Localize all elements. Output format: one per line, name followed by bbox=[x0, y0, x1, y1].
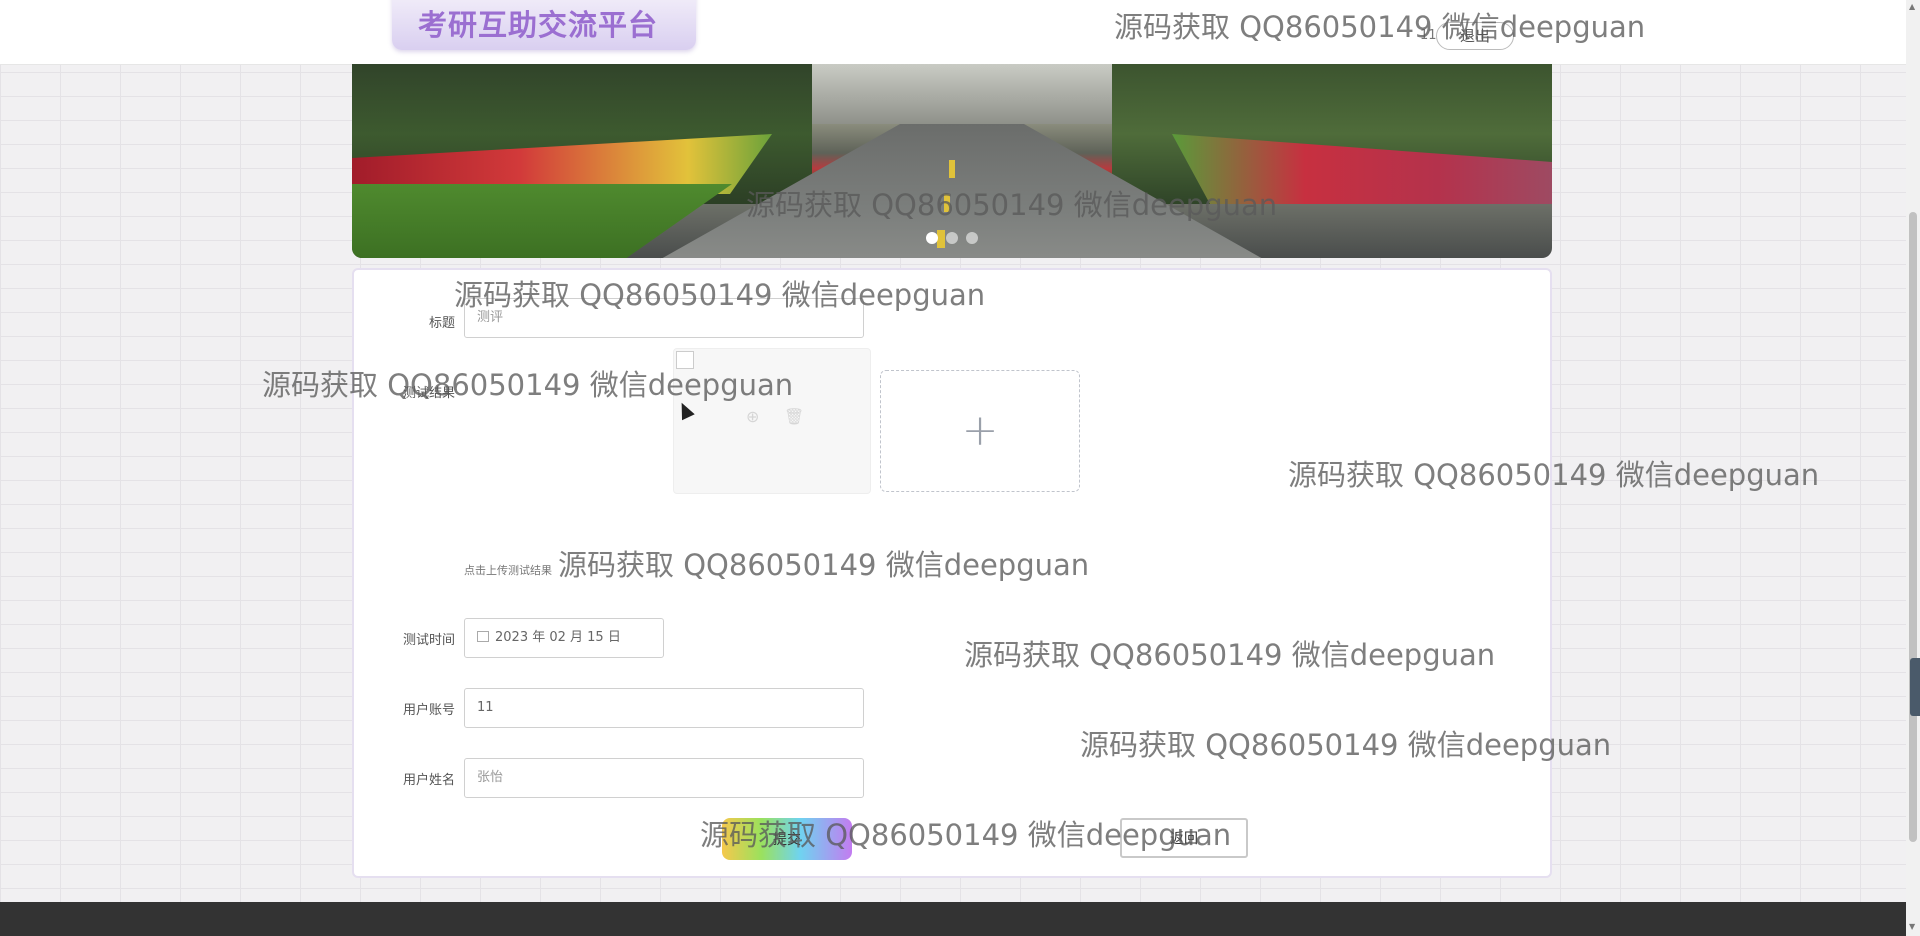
banner-carousel[interactable] bbox=[352, 64, 1552, 258]
title-label: 标题 bbox=[428, 316, 455, 331]
broken-image-icon bbox=[676, 351, 694, 369]
date-picker[interactable]: 2023 年 02 月 15 日 bbox=[464, 618, 664, 658]
name-label: 用户姓名 bbox=[402, 773, 455, 788]
carousel-dot[interactable] bbox=[926, 232, 938, 244]
side-panel-tab[interactable] bbox=[1910, 658, 1920, 716]
scroll-down-icon[interactable]: ▼ bbox=[1909, 922, 1915, 931]
uploaded-image-thumbnail[interactable]: ⊕ 🗑 bbox=[673, 348, 871, 494]
scrollbar-thumb[interactable] bbox=[1909, 212, 1917, 842]
title-input[interactable]: 测评 bbox=[464, 298, 864, 338]
submit-button[interactable]: 提交 bbox=[722, 818, 852, 860]
road-stripe bbox=[944, 194, 950, 212]
user-name: 11 bbox=[1420, 28, 1437, 43]
carousel-indicators bbox=[926, 232, 978, 244]
page-footer bbox=[0, 902, 1906, 936]
account-input[interactable]: 11 bbox=[464, 688, 864, 728]
upload-tip: 点击上传测试结果 bbox=[464, 564, 552, 577]
zoom-icon[interactable]: ⊕ bbox=[746, 407, 759, 426]
delete-icon[interactable]: 🗑 bbox=[784, 407, 804, 426]
account-label: 用户账号 bbox=[402, 703, 455, 718]
plus-icon: + bbox=[961, 405, 999, 456]
logout-button[interactable]: 退出 bbox=[1436, 22, 1514, 50]
date-value: 2023 年 02 月 15 日 bbox=[495, 630, 621, 645]
upload-image-button[interactable]: + bbox=[880, 370, 1080, 492]
calendar-icon bbox=[477, 631, 489, 642]
carousel-dot[interactable] bbox=[946, 232, 958, 244]
scroll-up-icon[interactable]: ▲ bbox=[1909, 2, 1915, 11]
carousel-dot[interactable] bbox=[966, 232, 978, 244]
back-button[interactable]: 返回 bbox=[1120, 818, 1248, 858]
banner-building bbox=[812, 64, 1112, 124]
name-input[interactable]: 张怡 bbox=[464, 758, 864, 798]
date-label: 测试时间 bbox=[402, 633, 455, 648]
site-logo[interactable]: 考研互助交流平台 bbox=[418, 2, 658, 44]
result-label: 测试结果 bbox=[402, 386, 455, 401]
road-stripe bbox=[949, 160, 955, 178]
banner-grass-left bbox=[352, 184, 732, 258]
top-navbar: 考研互助交流平台 11 退出 bbox=[0, 0, 1906, 65]
